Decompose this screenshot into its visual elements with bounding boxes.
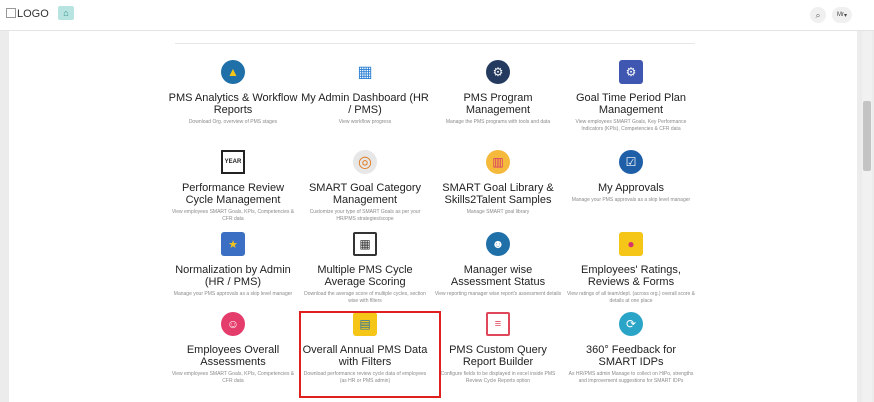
scrollbar-thumb[interactable] [863,101,871,171]
broken-image-icon [6,8,16,18]
search-button[interactable]: ⌕ [810,7,826,23]
tile-title: PMS Custom Query Report Builder [449,344,547,368]
tile-custom-query[interactable]: ≡ PMS Custom Query Report Builder Config… [433,312,563,385]
tile-360-feedback[interactable]: ⟳ 360° Feedback for SMART IDPs As HR/PMS… [566,312,696,385]
tile-description: Download Org. overview of PMS stages [188,119,278,125]
logo-alt-text: LOGO [17,8,49,20]
tile-title: My Admin Dashboard (HR / PMS) [301,92,429,116]
tile-description: View workflow progress [338,119,392,125]
tile-title: Multiple PMS Cycle Average Scoring [317,264,413,288]
dashboard-icon: ▦ [357,64,373,81]
tile-title: Performance Review Cycle Management [181,182,285,206]
user-initials: Mr [836,12,844,18]
tile-title: 360° Feedback for SMART IDPs [585,344,676,368]
tile-program-management[interactable]: ⚙ PMS Program Management Manage the PMS … [433,60,563,126]
tile-overall-assessments[interactable]: ☺ Employees Overall Assessments View emp… [168,312,298,385]
feedback-360-icon: ⟳ [619,312,643,336]
chevron-down-icon: ▾ [843,12,847,19]
assessment-icon: ☺ [221,312,245,336]
tile-title: Manager wise Assessment Status [450,264,546,288]
tile-goal-library[interactable]: ▥ SMART Goal Library & Skills2Talent Sam… [433,150,563,216]
section-divider [175,43,695,44]
tile-description: Manage your PMS approvals as a skip leve… [571,197,691,203]
tile-description: As HR/PMS admin Manage to collect on HiP… [568,371,694,384]
tile-description: Manage SMART goal library [466,209,530,215]
year-calendar-icon: YEAR [221,150,245,174]
tile-title: Employees Overall Assessments [186,344,280,368]
home-icon: ⌂ [63,8,69,18]
program-management-icon: ⚙ [486,60,510,84]
tile-title: PMS Analytics & Workflow Reports [168,92,298,116]
normalization-icon: ★ [221,232,245,256]
grid-calendar-icon: ▦ [353,232,377,256]
tile-goal-time-period[interactable]: ⚙ Goal Time Period Plan Management View … [566,60,696,133]
tile-review-cycle[interactable]: YEAR Performance Review Cycle Management… [168,150,298,223]
scrollbar[interactable] [862,31,872,402]
manager-icon: ☻ [486,232,510,256]
logo[interactable]: LOGO [6,8,49,20]
tile-my-approvals[interactable]: ☑ My Approvals Manage your PMS approvals… [566,150,696,204]
user-menu-button[interactable]: Mr ▾ [832,7,852,23]
home-button[interactable]: ⌂ [58,6,74,20]
tile-multiple-cycle-scoring[interactable]: ▦ Multiple PMS Cycle Average Scoring Dow… [300,232,430,305]
tile-description: View reporting manager wise report's ass… [434,291,562,297]
tile-admin-dashboard[interactable]: ▦ My Admin Dashboard (HR / PMS) View wor… [300,60,430,126]
library-icon: ▥ [486,150,510,174]
tile-description: Manage the PMS programs with tools and d… [445,119,551,125]
ratings-folder-icon: ● [619,232,643,256]
analytics-icon: ▲ [221,60,245,84]
tile-description: View employees SMART Goals, KPIs, Compet… [171,371,295,384]
tile-title: Employees' Ratings, Reviews & Forms [581,264,681,288]
tile-title: Goal Time Period Plan Management [575,92,687,116]
highlight-box [299,311,441,398]
tile-description: Configure fields to be displayed in exce… [440,371,556,384]
tile-description: Customize your type of SMART Goals as pe… [309,209,421,222]
tile-manager-assessment[interactable]: ☻ Manager wise Assessment Status View re… [433,232,563,298]
tile-description: Manage your PMS approvals as a skip leve… [173,291,293,297]
tile-title: Normalization by Admin (HR / PMS) [175,264,291,288]
approval-check-icon: ☑ [619,150,643,174]
tile-description: View ratings of all team/dept. (across o… [566,291,696,304]
tile-title: PMS Program Management [463,92,533,116]
tile-employee-ratings[interactable]: ● Employees' Ratings, Reviews & Forms Vi… [566,232,696,305]
top-bar: LOGO ⌂ ⌕ Mr ▾ [0,0,874,31]
report-builder-icon: ≡ [486,312,510,336]
tile-pms-analytics[interactable]: ▲ PMS Analytics & Workflow Reports Downl… [168,60,298,126]
tile-description: Download the average score of multiple c… [304,291,426,304]
tile-title: My Approvals [597,182,665,194]
target-icon: ◎ [353,150,377,174]
tile-normalization[interactable]: ★ Normalization by Admin (HR / PMS) Mana… [168,232,298,298]
search-icon: ⌕ [815,9,821,20]
tile-title: SMART Goal Library & Skills2Talent Sampl… [442,182,554,206]
tile-description: View employees SMART Goals, Key Performa… [575,119,687,132]
tile-description: View employees SMART Goals, KPIs, Compet… [171,209,295,222]
tile-goal-category[interactable]: ◎ SMART Goal Category Management Customi… [300,150,430,223]
tile-title: SMART Goal Category Management [308,182,422,206]
calendar-settings-icon: ⚙ [619,60,643,84]
